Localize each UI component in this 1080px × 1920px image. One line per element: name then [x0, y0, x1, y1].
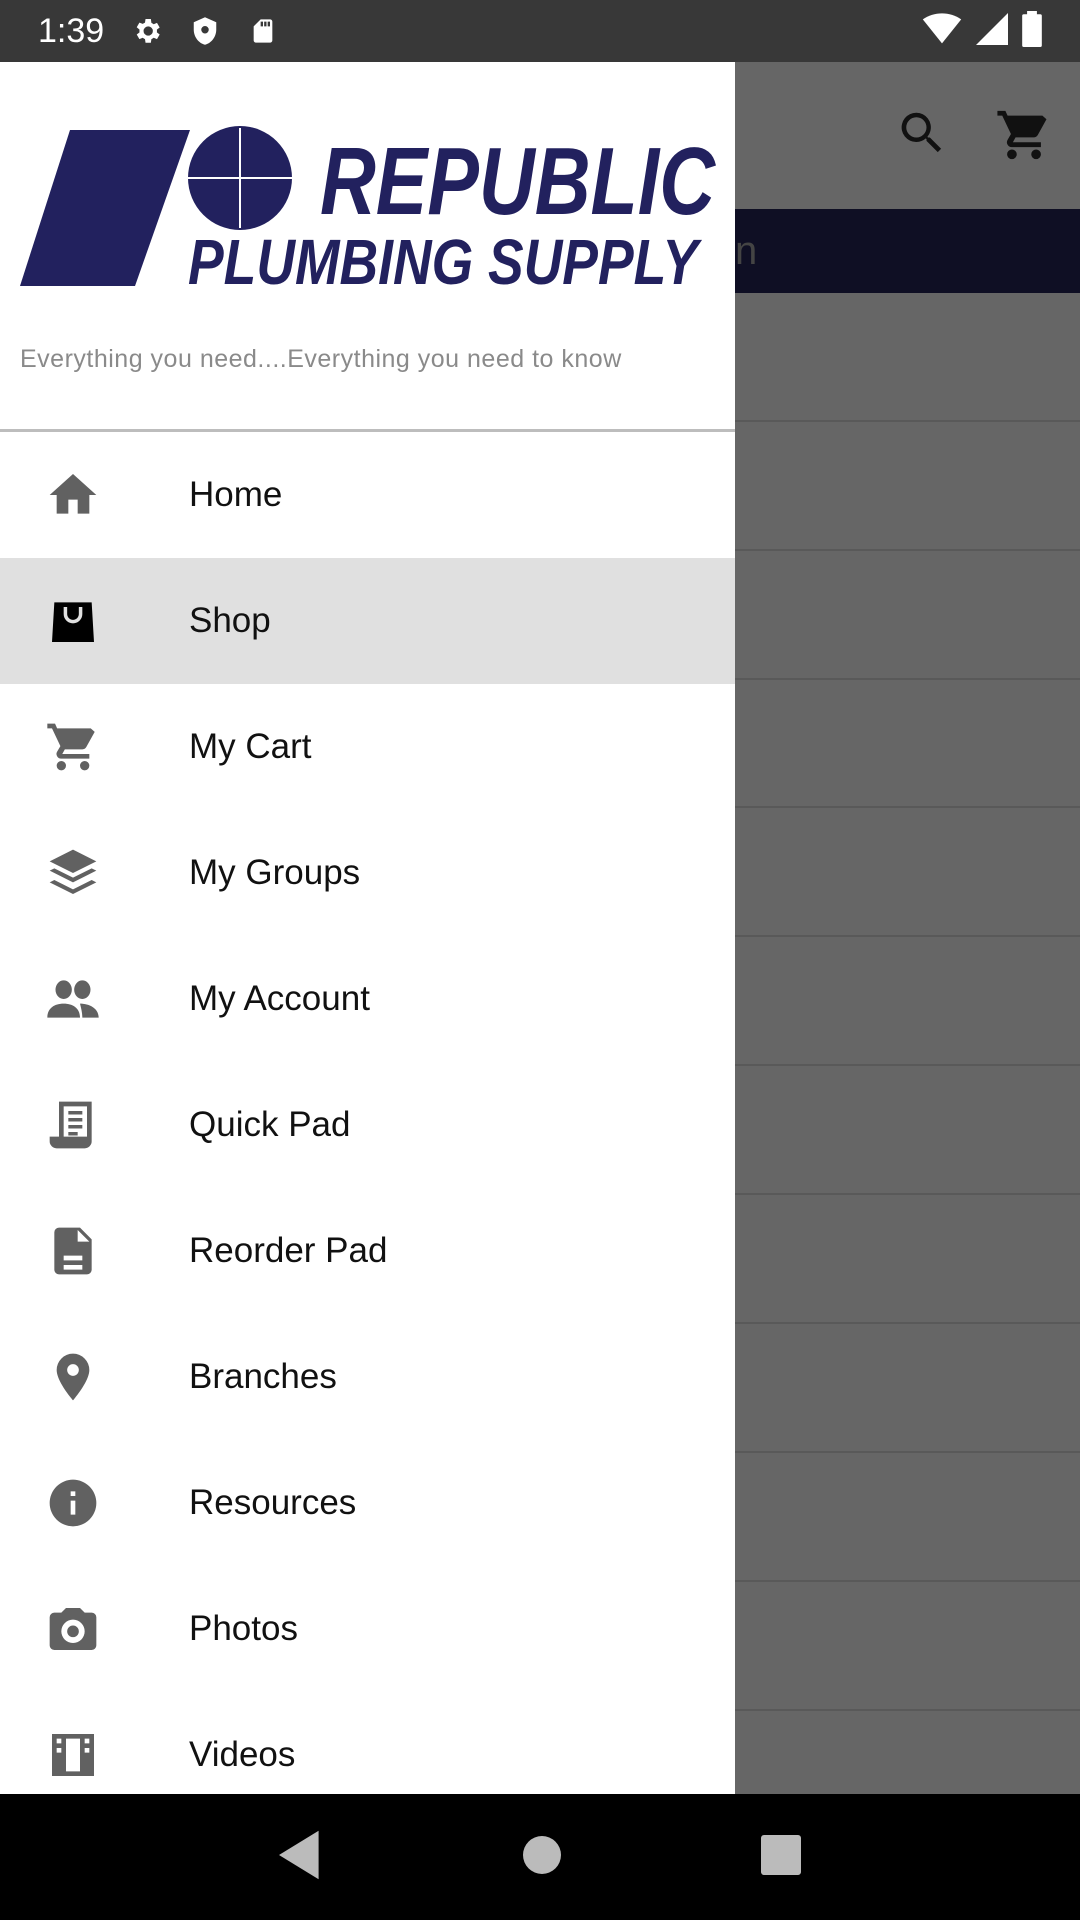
row-divider	[735, 420, 1080, 422]
gear-icon	[130, 14, 164, 48]
system-nav-bar	[0, 1794, 1080, 1920]
menu-item-label: Home	[189, 475, 283, 514]
status-time: 1:39	[38, 11, 105, 50]
menu-item-shop[interactable]: Shop	[0, 558, 735, 684]
menu-item-my-cart[interactable]: My Cart	[0, 684, 735, 810]
menu-item-reorder-pad[interactable]: Reorder Pad	[0, 1188, 735, 1314]
banner-partial-text: n	[735, 229, 758, 273]
document-icon	[45, 1223, 101, 1279]
drawer-menu: Home Shop My Cart My Groups My Account Quick …	[0, 432, 735, 1794]
people-icon	[45, 971, 101, 1027]
menu-item-photos[interactable]: Photos	[0, 1566, 735, 1692]
shopping-bag-icon	[45, 593, 101, 649]
recents-icon[interactable]	[760, 1834, 801, 1880]
row-divider	[735, 806, 1080, 808]
row-divider	[735, 1709, 1080, 1711]
home-icon[interactable]	[522, 1835, 562, 1880]
menu-item-branches[interactable]: Branches	[0, 1314, 735, 1440]
row-divider	[735, 1322, 1080, 1324]
menu-item-label: Quick Pad	[189, 1105, 351, 1144]
menu-item-label: My Account	[189, 979, 370, 1018]
battery-icon	[1022, 10, 1042, 52]
menu-item-label: Reorder Pad	[189, 1231, 388, 1270]
home-icon	[45, 467, 101, 523]
row-divider	[735, 1193, 1080, 1195]
svg-text:PLUMBING SUPPLY: PLUMBING SUPPLY	[188, 226, 702, 298]
film-icon	[45, 1727, 101, 1783]
menu-item-label: Resources	[189, 1483, 357, 1522]
menu-item-label: My Cart	[189, 727, 312, 766]
layers-icon	[45, 845, 101, 901]
menu-item-quick-pad[interactable]: Quick Pad	[0, 1062, 735, 1188]
row-divider	[735, 1580, 1080, 1582]
menu-item-home[interactable]: Home	[0, 432, 735, 558]
menu-item-my-groups[interactable]: My Groups	[0, 810, 735, 936]
company-logo: REPUBLIC PLUMBING SUPPLY	[20, 126, 716, 298]
back-icon[interactable]	[279, 1830, 323, 1885]
menu-item-resources[interactable]: Resources	[0, 1440, 735, 1566]
receipt-icon	[45, 1097, 101, 1153]
status-bar: 1:39	[0, 0, 1080, 62]
search-icon	[895, 106, 949, 165]
row-divider	[735, 1064, 1080, 1066]
location-pin-icon	[45, 1349, 101, 1405]
wifi-icon	[922, 12, 962, 50]
menu-item-label: Photos	[189, 1609, 298, 1648]
menu-item-videos[interactable]: Videos	[0, 1692, 735, 1794]
sd-card-icon	[246, 14, 280, 48]
menu-item-my-account[interactable]: My Account	[0, 936, 735, 1062]
drawer-header: REPUBLIC PLUMBING SUPPLY Everything you …	[0, 62, 735, 432]
row-divider	[735, 1451, 1080, 1453]
row-divider	[735, 549, 1080, 551]
cart-icon	[45, 719, 101, 775]
menu-item-label: Videos	[189, 1735, 296, 1774]
svg-text:REPUBLIC: REPUBLIC	[320, 128, 716, 235]
row-divider	[735, 678, 1080, 680]
shield-icon	[188, 14, 222, 48]
menu-item-label: My Groups	[189, 853, 361, 892]
camera-icon	[45, 1601, 101, 1657]
row-divider	[735, 935, 1080, 937]
tagline: Everything you need....Everything you ne…	[20, 345, 622, 373]
menu-item-label: Branches	[189, 1357, 337, 1396]
signal-icon	[976, 12, 1008, 50]
navigation-drawer: REPUBLIC PLUMBING SUPPLY Everything you …	[0, 62, 735, 1794]
cart-icon	[995, 106, 1053, 169]
menu-item-label: Shop	[189, 601, 271, 640]
info-icon	[45, 1475, 101, 1531]
